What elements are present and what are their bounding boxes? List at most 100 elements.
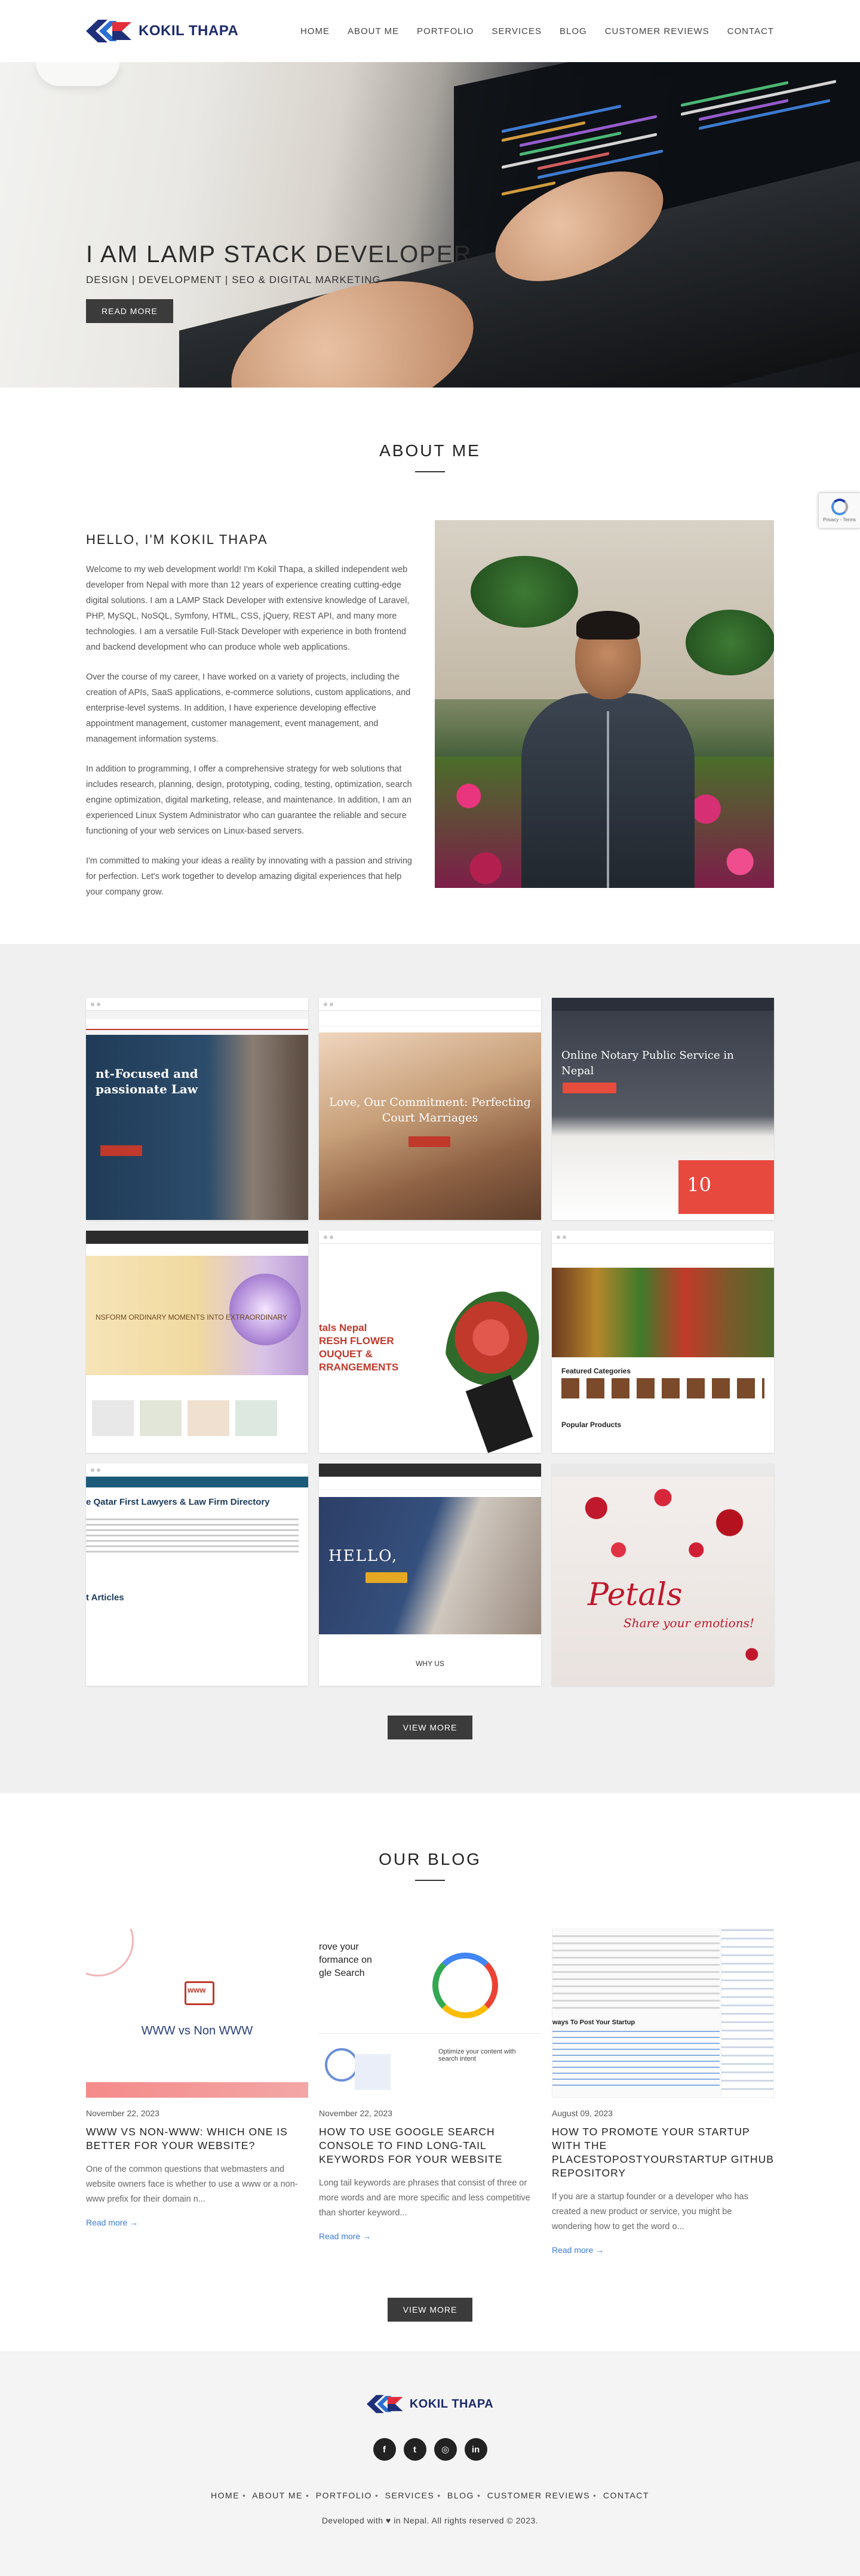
portfolio-title: Popular Products: [561, 1421, 622, 1429]
hero-content: I AM LAMP STACK DEVELOPER DESIGN | DEVEL…: [86, 241, 472, 323]
blog-read-more-link[interactable]: Read more →: [86, 2218, 138, 2227]
blog-image-caption: WWW vs Non WWW: [141, 2024, 253, 2037]
site-footer: KOKIL THAPA f t ◎ in HOME • ABOUT ME • POR…: [0, 2351, 860, 2576]
about-paragraph: Welcome to my web development world! I'm…: [86, 565, 410, 652]
portfolio-item[interactable]: e Qatar First Lawyers & Law Firm Directo…: [86, 1464, 308, 1686]
footer-nav: HOME • ABOUT ME • PORTFOLIO • SERVICES • BLO…: [211, 2491, 649, 2500]
blog-excerpt: If you are a startup founder or a develo…: [552, 2192, 748, 2231]
portfolio-title: Love, Our Commitment: Perfecting Court M…: [329, 1096, 531, 1124]
nav-about-me[interactable]: ABOUT ME: [339, 26, 408, 36]
hero-title: I AM LAMP STACK DEVELOPER: [86, 241, 472, 268]
hero-read-more-button[interactable]: READ MORE: [86, 299, 173, 323]
nav-customer-reviews[interactable]: CUSTOMER REVIEWS: [596, 26, 718, 36]
blog-image-caption: ways To Post Your Startup: [552, 2019, 635, 2026]
social-links: f t ◎ in: [0, 2438, 860, 2461]
nav-blog[interactable]: BLOG: [551, 26, 596, 36]
portfolio-title: Petals: [588, 1577, 683, 1613]
main-nav: HOME ABOUT ME PORTFOLIO SERVICES BLOG CU…: [291, 26, 774, 36]
blog-date: August 09, 2023: [552, 2108, 613, 2118]
footer-nav-contact[interactable]: CONTACT: [603, 2491, 649, 2500]
footer-nav-portfolio[interactable]: PORTFOLIO: [316, 2491, 372, 2500]
portfolio-item[interactable]: nt-Focused and passionate Law: [86, 998, 308, 1220]
portfolio-section: nt-Focused and passionate Law Love, Our …: [0, 944, 860, 1793]
hero-banner: I AM LAMP STACK DEVELOPER DESIGN | DEVEL…: [0, 62, 860, 388]
about-paragraph: Over the course of my career, I have wor…: [86, 672, 411, 744]
blog-section: OUR BLOG www WWW vs Non WWW November 22,…: [0, 1793, 860, 2351]
portfolio-title: e Qatar First Lawyers & Law Firm Directo…: [86, 1497, 270, 1507]
portfolio-view-more-button[interactable]: VIEW MORE: [387, 1716, 473, 1739]
recaptcha-badge[interactable]: Privacy - Terms: [818, 493, 860, 528]
footer-nav-blog[interactable]: BLOG: [447, 2491, 474, 2500]
blog-read-more-link[interactable]: Read more →: [552, 2245, 604, 2255]
blog-excerpt: Long tail keywords are phrases that cons…: [319, 2178, 530, 2218]
profile-person: [521, 604, 695, 888]
blog-title[interactable]: WWW VS NON-WWW: WHICH ONE IS BETTER FOR …: [86, 2125, 308, 2153]
portfolio-title: HELLO,: [328, 1547, 398, 1565]
portfolio-title: Share your emotions!: [624, 1616, 754, 1630]
about-section-title: ABOUT ME: [379, 441, 481, 460]
blog-card: rove your formance on gle Search Optimiz…: [319, 1929, 541, 2256]
about-text: HELLO, I'M KOKIL THAPA Welcome to my web…: [86, 520, 420, 914]
brand-name: KOKIL THAPA: [139, 23, 239, 39]
copyright-text: Developed with ♥ in Nepal. All rights re…: [321, 2516, 539, 2525]
footer-nav-home[interactable]: HOME: [211, 2491, 239, 2500]
blog-date: November 22, 2023: [319, 2108, 392, 2118]
blog-thumbnail[interactable]: www WWW vs Non WWW: [86, 1929, 308, 2098]
nav-contact[interactable]: CONTACT: [718, 26, 774, 36]
about-section: ABOUT ME HELLO, I'M KOKIL THAPA Welcome …: [0, 388, 860, 944]
brand-logo[interactable]: KOKIL THAPA: [86, 19, 238, 44]
instagram-icon[interactable]: ◎: [434, 2438, 457, 2461]
footer-logo[interactable]: KOKIL THAPA: [0, 2394, 860, 2414]
hero-subtitle: DESIGN | DEVELOPMENT | SEO & DIGITAL MAR…: [86, 274, 381, 285]
recaptcha-text: Privacy - Terms: [823, 517, 856, 522]
portfolio-item[interactable]: Petals Share your emotions!: [552, 1464, 774, 1686]
footer-nav-about-me[interactable]: ABOUT ME: [252, 2491, 303, 2500]
portfolio-badge: 10: [687, 1173, 711, 1196]
section-divider: [415, 1880, 445, 1881]
about-paragraph: In addition to programming, I offer a co…: [86, 764, 412, 836]
portfolio-title: Online Notary Public Service in Nepal: [561, 1049, 734, 1077]
linkedin-icon[interactable]: in: [464, 2438, 487, 2461]
blog-thumbnail[interactable]: ways To Post Your Startup: [552, 1929, 774, 2098]
portfolio-item[interactable]: tals Nepal RESH FLOWER OUQUET & RRANGEME…: [319, 1231, 541, 1453]
portfolio-item[interactable]: Online Notary Public Service in Nepal 10: [552, 998, 774, 1220]
twitter-icon[interactable]: t: [403, 2438, 426, 2461]
section-divider: [415, 471, 445, 472]
blog-title[interactable]: HOW TO PROMOTE YOUR STARTUP WITH THE PLA…: [552, 2125, 774, 2180]
portfolio-item[interactable]: NSFORM ORDINARY MOMENTS INTO EXTRAORDINA…: [86, 1231, 308, 1453]
blog-read-more-link[interactable]: Read more →: [319, 2231, 371, 2241]
blog-card: ways To Post Your Startup August 09, 202…: [552, 1929, 774, 2256]
blog-title[interactable]: HOW TO USE GOOGLE SEARCH CONSOLE TO FIND…: [319, 2125, 541, 2166]
blog-section-title: OUR BLOG: [379, 1850, 481, 1868]
portfolio-title: tals Nepal RESH FLOWER OUQUET & RRANGEME…: [319, 1322, 399, 1373]
nav-services[interactable]: SERVICES: [483, 26, 551, 36]
blog-image-caption: rove your formance on gle Search: [319, 1942, 372, 1978]
nav-portfolio[interactable]: PORTFOLIO: [408, 26, 483, 36]
footer-nav-customer-reviews[interactable]: CUSTOMER REVIEWS: [487, 2491, 590, 2500]
blog-card: www WWW vs Non WWW November 22, 2023 WWW…: [86, 1929, 308, 2256]
kokil-logo-icon: [86, 20, 131, 42]
portfolio-title: WHY US: [416, 1659, 444, 1668]
portfolio-title: Featured Categories: [561, 1367, 631, 1375]
portfolio-item[interactable]: Featured Categories Popular Products: [552, 1231, 774, 1453]
portfolio-title: t Articles: [86, 1593, 124, 1603]
profile-photo: [435, 520, 774, 888]
portfolio-title: nt-Focused and passionate Law: [96, 1066, 198, 1096]
nav-home[interactable]: HOME: [291, 26, 339, 36]
blog-grid: www WWW vs Non WWW November 22, 2023 WWW…: [86, 1929, 774, 2256]
footer-nav-services[interactable]: SERVICES: [385, 2491, 435, 2500]
blog-image-caption: Optimize your content with search intent: [438, 2048, 516, 2062]
www-badge-icon: www: [188, 1985, 206, 1994]
portfolio-title: NSFORM ORDINARY MOMENTS INTO EXTRAORDINA…: [96, 1313, 288, 1321]
blog-thumbnail[interactable]: rove your formance on gle Search Optimiz…: [319, 1929, 541, 2098]
portfolio-item[interactable]: Love, Our Commitment: Perfecting Court M…: [319, 998, 541, 1220]
site-header: KOKIL THAPA HOME ABOUT ME PORTFOLIO SERV…: [0, 0, 860, 62]
facebook-icon[interactable]: f: [373, 2438, 396, 2461]
blog-date: November 22, 2023: [86, 2108, 159, 2118]
about-paragraph: I'm committed to making your ideas a rea…: [86, 856, 412, 897]
kokil-logo-icon: [366, 2394, 403, 2414]
blog-view-more-button[interactable]: VIEW MORE: [387, 2298, 473, 2322]
hero-cup-image: [36, 62, 119, 86]
portfolio-grid: nt-Focused and passionate Law Love, Our …: [86, 998, 774, 1686]
portfolio-item[interactable]: HELLO, WHY US: [319, 1464, 541, 1686]
